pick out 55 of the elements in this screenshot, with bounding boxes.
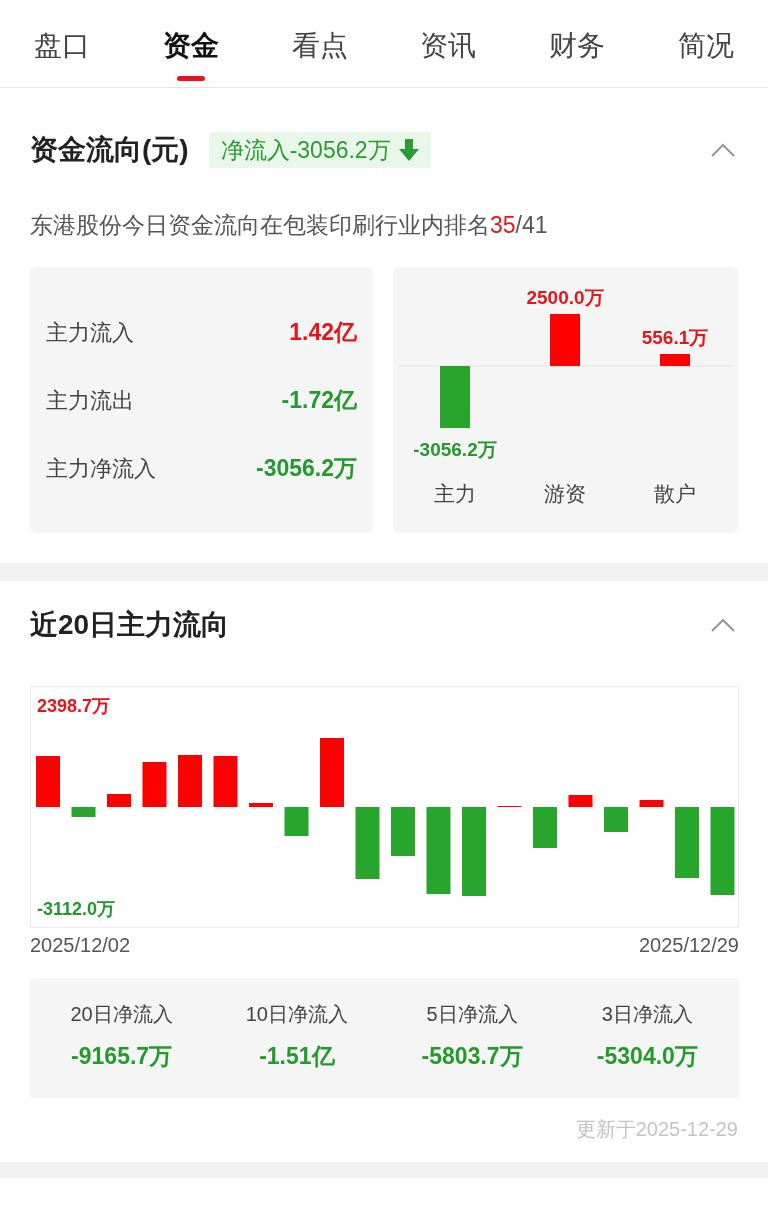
tab[interactable]: 简况 xyxy=(678,0,734,87)
stat-label: 主力净流入 xyxy=(46,454,156,483)
bar xyxy=(639,800,664,807)
period-label: 10日净流入 xyxy=(245,1002,348,1027)
bar xyxy=(391,807,415,856)
period-value: -9165.7万 xyxy=(71,1042,173,1071)
bar xyxy=(568,795,593,807)
category-label: 散户 xyxy=(654,482,696,505)
tab[interactable]: 资金 xyxy=(162,0,219,87)
stat-value: 1.42亿 xyxy=(289,317,357,347)
date-label: 2025/12/29 xyxy=(638,933,739,958)
bar xyxy=(71,807,96,817)
active-tab-indicator xyxy=(176,76,205,81)
bar xyxy=(142,762,167,807)
stat-value: -3056.2万 xyxy=(256,453,357,483)
category-label: 主力 xyxy=(434,482,476,505)
bar xyxy=(533,807,557,848)
collapse-chevron-icon[interactable] xyxy=(710,142,736,158)
bar xyxy=(178,755,202,807)
bar-value-label: 2500.0万 xyxy=(526,287,604,308)
stat-label: 主力流入 xyxy=(46,318,134,347)
min-value-label: -3112.0万 xyxy=(37,898,116,921)
bar xyxy=(355,807,380,879)
tab[interactable]: 盘口 xyxy=(34,0,90,87)
section-title: 资金流向(元) xyxy=(30,133,189,167)
down-arrow-icon xyxy=(398,139,419,161)
period-value: -5803.7万 xyxy=(421,1042,523,1071)
bar xyxy=(36,756,60,807)
period-value: -1.51亿 xyxy=(259,1042,335,1071)
net-inflow-text: 净流入-3056.2万 xyxy=(220,135,391,165)
stat-value: -1.72亿 xyxy=(281,385,357,415)
bar xyxy=(675,807,699,878)
bar-value-label: -3056.2万 xyxy=(413,439,497,460)
category-label: 游资 xyxy=(544,482,586,505)
tab[interactable]: 资讯 xyxy=(420,0,477,87)
collapse-chevron-icon[interactable] xyxy=(710,617,736,633)
bar xyxy=(213,756,238,807)
period-label: 5日净流入 xyxy=(426,1002,518,1027)
bar-value-label: 556.1万 xyxy=(641,327,709,348)
bar xyxy=(284,807,309,836)
tab[interactable]: 看点 xyxy=(291,0,348,87)
tab[interactable]: 财务 xyxy=(549,0,606,87)
bar xyxy=(320,738,344,807)
bar xyxy=(604,807,628,832)
stat-label: 主力流出 xyxy=(46,386,134,415)
bar xyxy=(107,794,131,807)
max-value-label: 2398.7万 xyxy=(37,695,111,718)
section-title: 近20日主力流向 xyxy=(30,608,230,642)
period-value: -5304.0万 xyxy=(596,1042,698,1071)
update-time: 更新于2025-12-29 xyxy=(575,1117,738,1142)
period-label: 3日净流入 xyxy=(601,1002,693,1027)
ranking-summary: 东港股份今日资金流向在包装印刷行业内排名35/41 xyxy=(30,211,549,240)
bar xyxy=(249,803,273,807)
date-label: 2025/12/02 xyxy=(30,933,131,958)
period-label: 20日净流入 xyxy=(70,1002,173,1027)
